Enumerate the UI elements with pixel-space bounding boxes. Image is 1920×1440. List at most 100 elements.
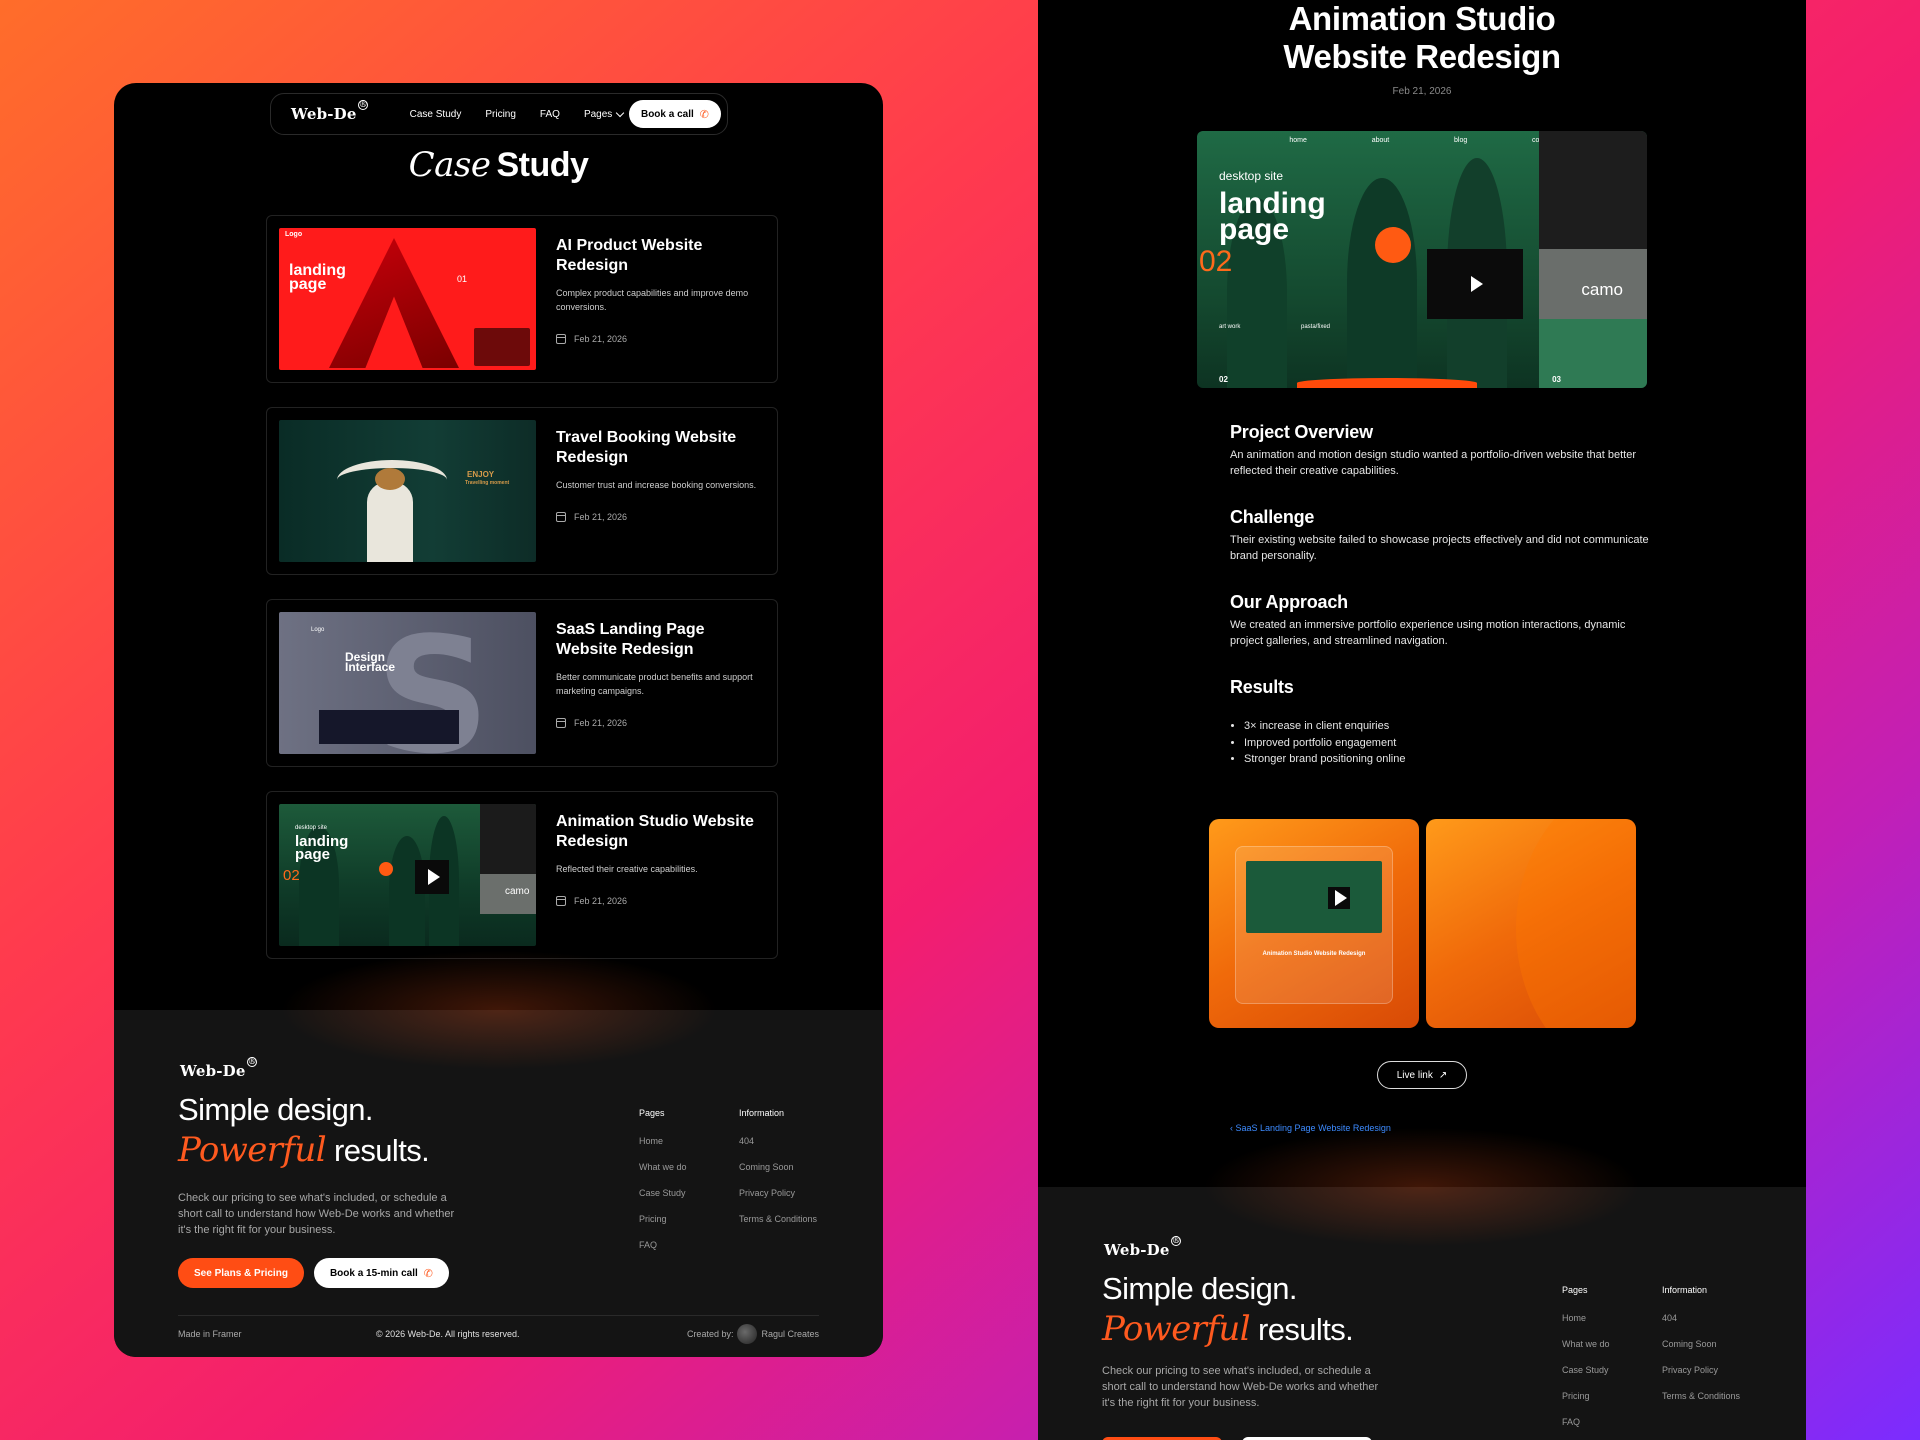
registered-mark: ® — [357, 100, 368, 110]
headline-line-2: results. — [1258, 1312, 1354, 1347]
play-icon[interactable] — [1427, 249, 1523, 319]
nav-pages-label: Pages — [583, 108, 613, 120]
calendar-icon — [556, 512, 566, 522]
case-date-text: Feb 21, 2026 — [574, 512, 628, 522]
thumb-small-label: desktop site — [295, 825, 328, 831]
footer-description: Check our pricing to see what's included… — [178, 1192, 455, 1236]
pages-heading: Pages — [1562, 1285, 1588, 1295]
made-in-framer[interactable]: Made in Framer — [178, 1329, 242, 1339]
hero-dark-panel — [1539, 131, 1647, 249]
case-title: Animation Studio Website Redesign — [556, 813, 754, 850]
footer-link-404[interactable]: 404 — [1662, 1313, 1740, 1323]
case-description: Better communicate product benefits and … — [556, 672, 753, 696]
hero-menu-item: home — [1289, 137, 1307, 144]
case-card-ai-product[interactable]: Logo landing page 01 AI Product Website … — [266, 215, 778, 383]
headline-italic: Powerful — [1102, 1309, 1251, 1349]
live-link-button[interactable]: Live link ↗ — [1377, 1061, 1467, 1089]
footer-link-faq[interactable]: FAQ — [1562, 1417, 1610, 1427]
brand-name: Web-De — [1104, 1241, 1170, 1259]
footer-logo[interactable]: Web-De ® — [1104, 1236, 1181, 1259]
book-15min-call-button[interactable]: Book a 15-min call ✆ — [313, 1258, 449, 1288]
nav-link-faq[interactable]: FAQ — [540, 109, 560, 120]
footer-logo[interactable]: Web-De ® — [180, 1057, 257, 1080]
hero-menu-item: about — [1371, 137, 1390, 144]
footer-link-terms[interactable]: Terms & Conditions — [739, 1214, 817, 1224]
thumb-number: 01 — [457, 274, 468, 284]
hero-pager-right: 03 — [1552, 375, 1561, 384]
gallery-tile-gradient[interactable] — [1426, 819, 1636, 1028]
headline-line-2: results. — [334, 1133, 430, 1168]
case-body: Animation Studio Website Redesign Reflec… — [556, 804, 765, 946]
hero-art-label: art work — [1219, 324, 1241, 330]
section-challenge: Challenge Their existing website failed … — [1230, 507, 1650, 564]
thumb-logo: Logo — [311, 627, 325, 633]
footer-link-404[interactable]: 404 — [739, 1136, 817, 1146]
thumb-subline: Travelling moment — [465, 480, 510, 486]
case-date: Feb 21, 2026 — [556, 512, 765, 522]
play-icon — [415, 860, 449, 894]
footer-link-pricing[interactable]: Pricing — [1562, 1391, 1610, 1401]
footer-link-case-study[interactable]: Case Study — [639, 1188, 687, 1198]
footer-link-home[interactable]: Home — [1562, 1313, 1610, 1323]
nav-link-pricing[interactable]: Pricing — [485, 109, 516, 120]
registered-mark: ® — [246, 1057, 257, 1067]
footer-info-column: Information 404 Coming Soon Privacy Poli… — [1662, 1285, 1740, 1417]
book-call-label: Book a call — [640, 108, 694, 120]
nav-links: Case Study Pricing FAQ Pages — [410, 108, 625, 120]
footer-link-pricing[interactable]: Pricing — [639, 1214, 687, 1224]
case-thumbnail: ENJOY Travelling moment — [279, 420, 536, 562]
footer-link-case-study[interactable]: Case Study — [1562, 1365, 1610, 1375]
case-thumbnail: camo desktop site landing page 02 — [279, 804, 536, 946]
footer-link-coming-soon[interactable]: Coming Soon — [1662, 1339, 1740, 1349]
thumb-preview-box — [474, 328, 530, 366]
case-card-animation-studio[interactable]: camo desktop site landing page 02 Animat… — [266, 791, 778, 959]
hat-graphic — [375, 468, 405, 490]
traveler-graphic — [367, 482, 413, 562]
avatar — [737, 1324, 758, 1344]
footer-link-what-we-do[interactable]: What we do — [639, 1162, 687, 1172]
case-date-text: Feb 21, 2026 — [574, 718, 628, 728]
registered-mark: ® — [1170, 1236, 1181, 1246]
case-card-travel-booking[interactable]: ENJOY Travelling moment Travel Booking W… — [266, 407, 778, 575]
result-item: Improved portfolio engagement — [1244, 735, 1650, 752]
nav-link-case-study[interactable]: Case Study — [410, 109, 462, 120]
play-icon — [1328, 887, 1350, 909]
case-title: SaaS Landing Page Website Redesign — [556, 621, 705, 658]
phone-icon: ✆ — [423, 1267, 433, 1280]
footer-link-what-we-do[interactable]: What we do — [1562, 1339, 1610, 1349]
calendar-icon — [556, 718, 566, 728]
footer-link-coming-soon[interactable]: Coming Soon — [739, 1162, 817, 1172]
thumb-headline: ENJOY — [467, 470, 495, 479]
gallery-tile-preview[interactable]: Animation Studio Website Redesign — [1209, 819, 1419, 1028]
section-text: Their existing website failed to showcas… — [1230, 534, 1649, 562]
case-thumbnail: Logo landing page 01 — [279, 228, 536, 370]
phone-icon: ✆ — [699, 108, 709, 121]
case-detail-page: Animation Studio Website Redesign Feb 21… — [1038, 0, 1806, 1440]
footer-link-terms[interactable]: Terms & Conditions — [1662, 1391, 1740, 1401]
creator-credit[interactable]: Created by: Ragul Creates — [687, 1324, 819, 1344]
case-date: Feb 21, 2026 — [556, 896, 765, 906]
footer-link-privacy[interactable]: Privacy Policy — [739, 1188, 817, 1198]
case-description: Complex product capabilities and improve… — [556, 288, 749, 312]
information-heading: Information — [1662, 1285, 1708, 1295]
created-by-label: Created by: — [686, 1329, 734, 1339]
footer-actions: See Plans & Pricing Book a 15-min call ✆ — [178, 1258, 449, 1288]
section-heading: Our Approach — [1230, 592, 1348, 612]
footer-link-home[interactable]: Home — [639, 1136, 687, 1146]
top-navigation: Web-De ® Case Study Pricing FAQ Pages Boo… — [270, 93, 728, 135]
case-card-saas-landing[interactable]: S Logo Design Interface SaaS Landing Pag… — [266, 599, 778, 767]
detail-date: Feb 21, 2026 — [1392, 86, 1452, 97]
hero-small-label: desktop site — [1219, 169, 1284, 183]
footer-link-privacy[interactable]: Privacy Policy — [1662, 1365, 1740, 1375]
hero-menu-item: blog — [1454, 137, 1468, 144]
hero-headline: landing page — [1219, 187, 1326, 246]
sun-graphic — [1375, 227, 1411, 263]
nav-link-pages[interactable]: Pages — [583, 108, 625, 120]
see-plans-button[interactable]: See Plans & Pricing — [178, 1258, 304, 1288]
thumb-headline: landing page — [289, 262, 346, 293]
detail-footer: Web-De ® Simple design. Powerful results.… — [1038, 1187, 1806, 1440]
footer-link-faq[interactable]: FAQ — [639, 1240, 687, 1250]
brand-name: Web-De — [291, 105, 357, 123]
book-call-button[interactable]: Book a call ✆ — [628, 100, 721, 128]
brand-logo[interactable]: Web-De ® — [291, 100, 368, 123]
